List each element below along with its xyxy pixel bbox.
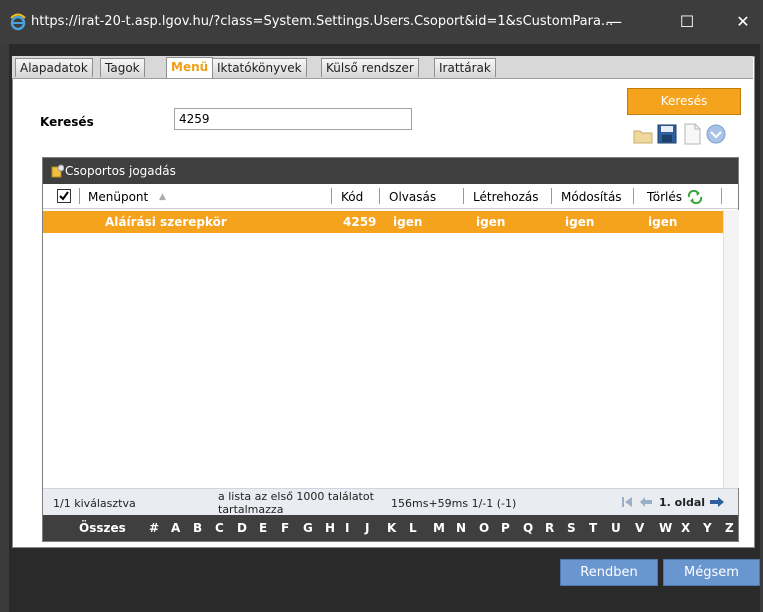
tab-irattarak[interactable]: Irattárak (434, 58, 496, 77)
cancel-button[interactable]: Mégsem (663, 559, 760, 586)
alphabet-letter[interactable]: U (611, 521, 621, 535)
column-separator (79, 188, 80, 204)
cell-menupont: Aláírási szerepkör (105, 215, 227, 229)
alphabet-letter[interactable]: J (365, 521, 369, 535)
alphabet-letter[interactable]: Q (523, 521, 533, 535)
column-separator (633, 188, 634, 204)
first-page-icon[interactable] (621, 496, 633, 508)
alphabet-letter[interactable]: F (281, 521, 289, 535)
alphabet-letter[interactable]: N (456, 521, 466, 535)
sort-ascending-icon[interactable]: ▲ (159, 192, 166, 202)
alphabet-letter[interactable]: C (215, 521, 224, 535)
ok-button[interactable]: Rendben (560, 559, 658, 586)
column-modositas[interactable]: Módosítás (561, 190, 622, 204)
alphabet-letter[interactable]: I (345, 521, 349, 535)
column-kod[interactable]: Kód (341, 190, 363, 204)
table-row[interactable]: Aláírási szerepkör 4259 igen igen igen i… (43, 211, 723, 233)
alphabet-letter[interactable]: G (303, 521, 313, 535)
cell-torles: igen (648, 215, 678, 229)
selection-count: 1/1 kiválasztva (53, 497, 136, 510)
window-titlebar: https://irat-20-t.asp.lgov.hu/?class=Sys… (0, 0, 763, 44)
alphabet-filter-bar: Összes # A B C D E F G H I J K L M N O P… (43, 515, 738, 541)
alphabet-letter[interactable]: # (149, 521, 159, 535)
maximize-button[interactable]: ☐ (667, 8, 707, 36)
page-indicator: 1. oldal (659, 496, 706, 509)
tab-menu[interactable]: Menü (166, 57, 214, 78)
select-all-checkbox[interactable] (57, 189, 72, 204)
column-separator (551, 188, 552, 204)
limit-note: a lista az első 1000 találatot (218, 490, 374, 503)
alphabet-letter[interactable]: S (567, 521, 576, 535)
alphabet-letter[interactable]: R (545, 521, 554, 535)
previous-page-icon[interactable] (639, 496, 653, 508)
alphabet-letter[interactable]: P (501, 521, 510, 535)
alphabet-all[interactable]: Összes (79, 521, 126, 535)
grid-column-header: Menüpont ▲ Kód Olvasás Létrehozás Módosí… (43, 186, 738, 209)
column-separator (379, 188, 380, 204)
alphabet-letter[interactable]: L (409, 521, 417, 535)
alphabet-letter[interactable]: O (479, 521, 489, 535)
timing-info: 156ms+59ms 1/-1 (-1) (391, 497, 517, 510)
alphabet-letter[interactable]: D (237, 521, 247, 535)
search-input[interactable] (174, 108, 412, 130)
cell-modositas: igen (565, 215, 595, 229)
column-menupont[interactable]: Menüpont (88, 190, 148, 204)
alphabet-letter[interactable]: A (171, 521, 180, 535)
grid-title[interactable]: Csoportos jogadás (65, 164, 176, 178)
folder-icon[interactable] (632, 122, 654, 146)
tab-kulso-rendszer[interactable]: Külső rendszer (321, 58, 419, 77)
search-button[interactable]: Keresés (627, 88, 741, 115)
search-label: Keresés (40, 115, 94, 129)
tab-strip: Alapadatok Tagok Menü Iktatókönyvek Küls… (12, 56, 753, 79)
limit-note-continued: tartalmazza (218, 503, 284, 514)
alphabet-letter[interactable]: V (635, 521, 644, 535)
next-page-icon[interactable] (709, 496, 725, 508)
cell-letrehozas: igen (476, 215, 506, 229)
close-button[interactable]: ✕ (723, 8, 763, 36)
alphabet-letter[interactable]: W (659, 521, 672, 535)
alphabet-letter[interactable]: Z (725, 521, 734, 535)
alphabet-letter[interactable]: M (433, 521, 445, 535)
tab-alapadatok[interactable]: Alapadatok (15, 58, 93, 77)
alphabet-letter[interactable]: E (259, 521, 267, 535)
internet-explorer-icon (10, 13, 26, 31)
column-letrehozas[interactable]: Létrehozás (473, 190, 538, 204)
alphabet-letter[interactable]: H (325, 521, 335, 535)
column-separator (331, 188, 332, 204)
alphabet-letter[interactable]: T (589, 521, 597, 535)
column-olvasas[interactable]: Olvasás (389, 190, 436, 204)
window-url: https://irat-20-t.asp.lgov.hu/?class=Sys… (31, 14, 614, 29)
tab-iktatokonyvek[interactable]: Iktatókönyvek (212, 58, 307, 77)
minimize-button[interactable]: — (594, 8, 634, 36)
grid-scrollbar[interactable] (723, 210, 739, 488)
cell-kod: 4259 (343, 215, 377, 229)
column-separator (721, 188, 722, 204)
alphabet-letter[interactable]: K (387, 521, 396, 535)
dropdown-icon[interactable] (705, 122, 727, 146)
alphabet-letter[interactable]: Y (703, 521, 712, 535)
grid-status-bar: 1/1 kiválasztva a lista az első 1000 tal… (43, 488, 738, 515)
new-document-icon[interactable] (681, 122, 703, 146)
tab-tagok[interactable]: Tagok (100, 58, 145, 77)
group-permission-icon[interactable] (51, 164, 64, 178)
refresh-icon[interactable] (687, 190, 703, 204)
alphabet-letter[interactable]: B (193, 521, 202, 535)
permissions-grid: Csoportos jogadás Menüpont ▲ Kód Olvasás… (42, 157, 739, 542)
column-separator (463, 188, 464, 204)
grid-header: Csoportos jogadás (43, 158, 738, 184)
alphabet-letter[interactable]: X (681, 521, 690, 535)
save-icon[interactable] (656, 122, 678, 146)
column-torles[interactable]: Törlés (647, 190, 682, 204)
cell-olvasas: igen (393, 215, 423, 229)
